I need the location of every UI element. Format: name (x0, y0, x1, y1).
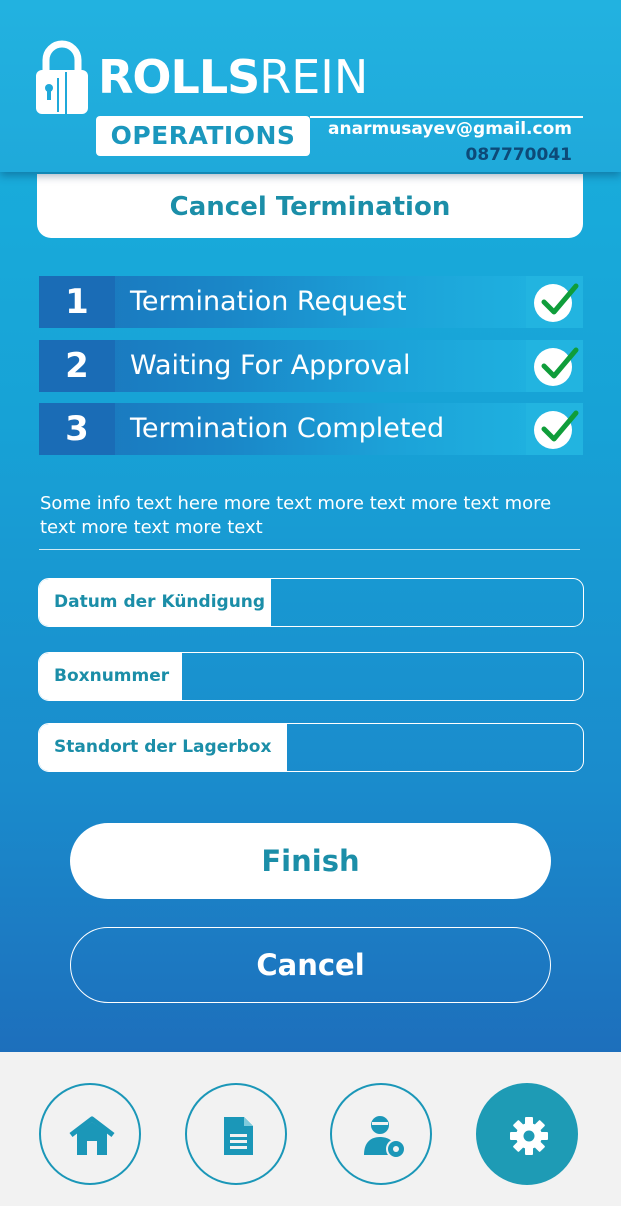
step-status (526, 403, 583, 455)
info-text: Some info text here more text more text … (40, 493, 552, 538)
checkmark-icon (534, 347, 579, 386)
nav-documents-button[interactable] (185, 1083, 287, 1185)
box-number-field: Boxnummer (38, 652, 584, 701)
storage-location-input[interactable] (285, 724, 583, 771)
box-number-input[interactable] (180, 653, 583, 700)
field-label: Standort der Lagerbox (39, 724, 287, 771)
step-label: Waiting For Approval (130, 350, 411, 381)
brand-logo: ROLLSREIN (98, 52, 368, 102)
page-title: Cancel Termination (37, 174, 583, 238)
step-status (526, 340, 583, 392)
finish-button[interactable]: Finish (70, 823, 551, 899)
step-3: 3 Termination Completed (39, 403, 583, 455)
step-number: 3 (39, 403, 115, 455)
nav-home-button[interactable] (39, 1083, 141, 1185)
nav-user-settings-button[interactable] (330, 1083, 432, 1185)
field-label: Datum der Kündigung (39, 579, 271, 626)
nav-settings-button[interactable] (476, 1083, 578, 1185)
step-label: Termination Request (130, 286, 407, 317)
lock-logo-icon (36, 40, 88, 114)
field-label: Boxnummer (39, 653, 182, 700)
step-status (526, 276, 583, 328)
header-divider (310, 116, 583, 118)
document-icon (224, 1117, 253, 1155)
cancel-button[interactable]: Cancel (70, 927, 551, 1003)
user-email: anarmusayev@gmail.com (328, 119, 572, 139)
user-settings-icon (364, 1116, 406, 1159)
storage-location-field: Standort der Lagerbox (38, 723, 584, 772)
step-label: Termination Completed (130, 413, 445, 444)
step-number: 2 (39, 340, 115, 392)
step-2: 2 Waiting For Approval (39, 340, 583, 392)
operations-label: OPERATIONS (96, 116, 310, 156)
divider (39, 549, 580, 550)
step-1: 1 Termination Request (39, 276, 583, 328)
termination-date-input[interactable] (269, 579, 583, 626)
gear-icon (510, 1117, 548, 1155)
checkmark-icon (534, 410, 579, 449)
checkmark-icon (534, 283, 579, 322)
user-phone: 087770041 (465, 145, 572, 165)
step-number: 1 (39, 276, 115, 328)
termination-date-field: Datum der Kündigung (38, 578, 584, 627)
home-icon (69, 1116, 115, 1155)
app-screen: ROLLSREIN OPERATIONS anarmusayev@gmail.c… (0, 0, 621, 1052)
header: ROLLSREIN OPERATIONS anarmusayev@gmail.c… (0, 0, 621, 172)
brand-light: REIN (259, 50, 369, 104)
brand-bold: ROLLS (98, 50, 260, 104)
